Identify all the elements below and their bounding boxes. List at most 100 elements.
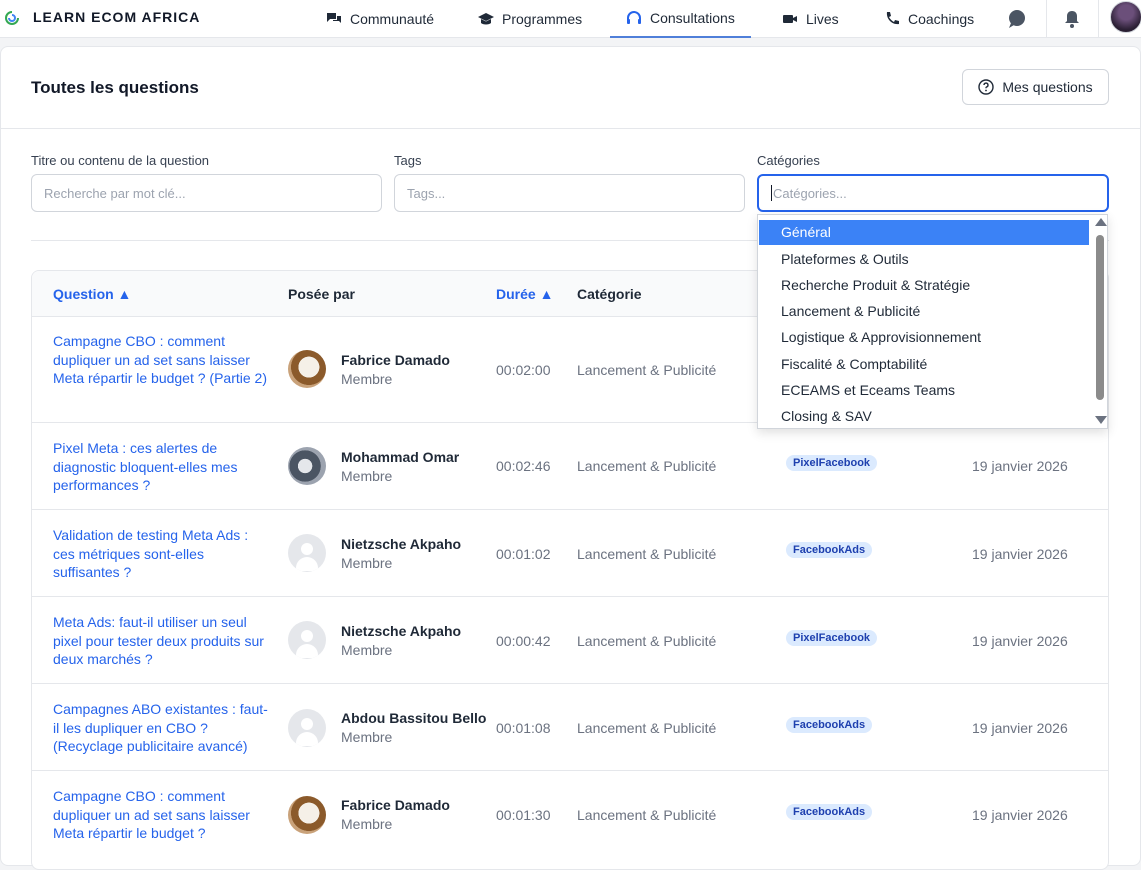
headset-icon: [627, 11, 641, 24]
question-link[interactable]: Campagnes ABO existantes : faut-il les d…: [53, 700, 273, 756]
question-link[interactable]: Campagne CBO : comment dupliquer un ad s…: [53, 332, 273, 388]
logo-icon: [5, 11, 19, 25]
tag-badge[interactable]: FacebookAds: [786, 717, 873, 733]
tag-badge[interactable]: FacebookAds: [786, 804, 873, 820]
dropdown-option[interactable]: Closing & SAV: [759, 404, 1089, 428]
nav-divider: [1098, 0, 1099, 38]
question-link[interactable]: Validation de testing Meta Ads : ces mét…: [53, 526, 273, 582]
question-link[interactable]: Campagne CBO : comment dupliquer un ad s…: [53, 787, 273, 843]
dropdown-option[interactable]: Plateformes & Outils: [759, 247, 1089, 272]
tags-placeholder: Tags...: [407, 185, 446, 201]
user-name: Fabrice Damado: [341, 797, 450, 813]
nav-label: Coachings: [908, 11, 975, 27]
tag-badge[interactable]: PixelFacebook: [786, 630, 878, 646]
category: Lancement & Publicité: [577, 807, 717, 823]
header-asked-by: Posée par: [288, 286, 355, 302]
my-questions-label: Mes questions: [1002, 79, 1093, 95]
header-question[interactable]: Question ▲: [53, 286, 131, 302]
nav-label: Communauté: [350, 11, 435, 27]
tag-badge[interactable]: FacebookAds: [786, 542, 873, 558]
categories-input[interactable]: Catégories...: [757, 174, 1109, 212]
user-name: Nietzsche Akpaho: [341, 623, 462, 639]
dropdown-option-general[interactable]: Général: [759, 220, 1089, 245]
video-camera-icon: [783, 15, 797, 23]
duration: 00:02:46: [496, 458, 551, 474]
table-row[interactable]: Validation de testing Meta Ads : ces mét…: [32, 510, 1108, 597]
dropdown-option[interactable]: Fiscalité & Comptabilité: [759, 352, 1089, 377]
date: 19 janvier 2026: [972, 720, 1068, 736]
avatar: [288, 350, 326, 388]
nav-divider: [1046, 0, 1047, 38]
nav-programmes[interactable]: Programmes: [462, 0, 598, 38]
category: Lancement & Publicité: [577, 546, 717, 562]
duration: 00:02:00: [496, 362, 551, 378]
top-navbar: LEARN ECOM AFRICA Communauté Programmes …: [0, 0, 1141, 38]
dropdown-option[interactable]: Recherche Produit & Stratégie: [759, 273, 1089, 298]
my-questions-button[interactable]: Mes questions: [962, 69, 1109, 105]
duration: 00:01:02: [496, 546, 551, 562]
date: 19 janvier 2026: [972, 633, 1068, 649]
chat-bubbles-icon: [327, 13, 341, 23]
question-link[interactable]: Pixel Meta : ces alertes de diagnostic b…: [53, 439, 273, 495]
dropdown-option[interactable]: Lancement & Publicité: [759, 299, 1089, 324]
user-role: Membre: [341, 816, 393, 832]
question-circle-icon: [978, 79, 995, 95]
tags-input[interactable]: Tags...: [394, 174, 745, 212]
user-role: Membre: [341, 642, 393, 658]
tags-filter-label: Tags: [394, 153, 422, 168]
user-role: Membre: [341, 729, 393, 745]
text-caret: [771, 185, 772, 201]
category: Lancement & Publicité: [577, 633, 717, 649]
phone-icon: [886, 12, 899, 25]
header-category: Catégorie: [577, 286, 642, 302]
dropdown-option[interactable]: Logistique & Approvisionnement: [759, 325, 1089, 350]
categories-placeholder: Catégories...: [773, 185, 847, 201]
divider: [1, 128, 1140, 129]
page-title: Toutes les questions: [31, 78, 199, 97]
table-row[interactable]: Pixel Meta : ces alertes de diagnostic b…: [32, 423, 1108, 510]
categories-dropdown[interactable]: Général Plateformes & Outils Recherche P…: [757, 214, 1108, 429]
user-name: Abdou Bassitou Bello: [341, 710, 487, 726]
category: Lancement & Publicité: [577, 458, 717, 474]
bell-icon[interactable]: [1062, 9, 1082, 29]
scroll-down-arrow-icon[interactable]: [1095, 416, 1107, 424]
question-filter-label: Titre ou contenu de la question: [31, 153, 210, 168]
user-role: Membre: [341, 468, 393, 484]
nav-coachings[interactable]: Coachings: [868, 0, 990, 38]
table-row[interactable]: Campagne CBO : comment dupliquer un ad s…: [32, 771, 1108, 869]
question-search-placeholder: Recherche par mot clé...: [44, 185, 186, 201]
dropdown-option[interactable]: ECEAMS et Eceams Teams: [759, 378, 1089, 403]
duration: 00:00:42: [496, 633, 551, 649]
duration: 00:01:08: [496, 720, 551, 736]
scrollbar-thumb[interactable]: [1096, 235, 1104, 400]
nav-consultations[interactable]: Consultations: [610, 0, 751, 38]
duration: 00:01:30: [496, 807, 551, 823]
date: 19 janvier 2026: [972, 458, 1068, 474]
question-link[interactable]: Meta Ads: faut-il utiliser un seul pixel…: [53, 613, 273, 669]
user-avatar[interactable]: [1110, 1, 1141, 33]
table-row[interactable]: Campagnes ABO existantes : faut-il les d…: [32, 684, 1108, 771]
date: 19 janvier 2026: [972, 546, 1068, 562]
nav-label: Programmes: [502, 11, 583, 27]
brand-name[interactable]: LEARN ECOM AFRICA: [33, 9, 200, 25]
avatar: [288, 796, 326, 834]
avatar: [288, 621, 326, 659]
user-name: Nietzsche Akpaho: [341, 536, 462, 552]
user-name: Mohammad Omar: [341, 449, 460, 465]
date: 19 janvier 2026: [972, 807, 1068, 823]
table-row[interactable]: Meta Ads: faut-il utiliser un seul pixel…: [32, 597, 1108, 684]
categories-filter-label: Catégories: [757, 153, 820, 168]
user-role: Membre: [341, 371, 393, 387]
nav-label: Consultations: [650, 10, 735, 26]
nav-communaute[interactable]: Communauté: [310, 0, 450, 38]
scroll-up-arrow-icon[interactable]: [1095, 218, 1107, 226]
question-search-input[interactable]: Recherche par mot clé...: [31, 174, 382, 212]
avatar: [288, 447, 326, 485]
avatar: [288, 709, 326, 747]
header-duration[interactable]: Durée ▲: [496, 286, 553, 302]
chat-icon[interactable]: [1007, 9, 1027, 29]
tag-badge[interactable]: PixelFacebook: [786, 455, 878, 471]
nav-label: Lives: [806, 11, 839, 27]
nav-lives[interactable]: Lives: [766, 0, 855, 38]
user-name: Fabrice Damado: [341, 352, 450, 368]
